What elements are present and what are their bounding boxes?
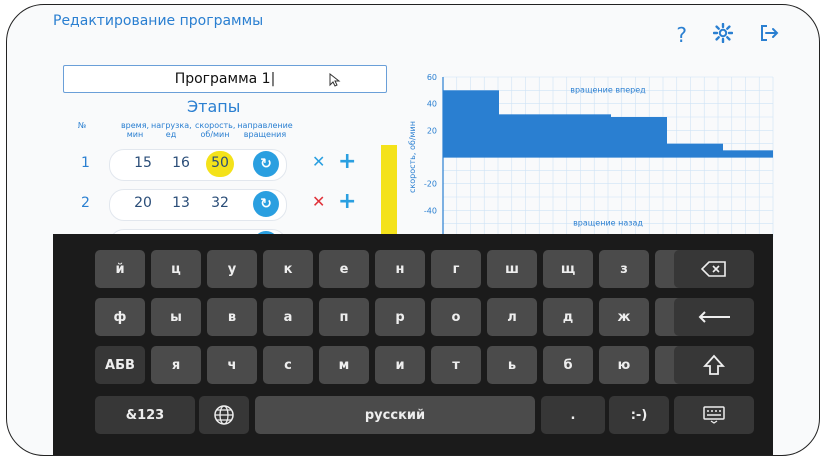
key-row3-2[interactable]: с <box>263 346 313 384</box>
y-axis-label: скорость, об/мин <box>408 121 417 193</box>
speed-chart: 604020-20-40-60вращение впередвращение н… <box>408 73 774 242</box>
key-row3-8[interactable]: ю <box>599 346 649 384</box>
gear-icon[interactable] <box>712 22 734 46</box>
key-row1-7[interactable]: ш <box>487 250 537 288</box>
delete-stage-icon[interactable]: ✕ <box>312 192 325 211</box>
enter-key[interactable] <box>674 298 754 336</box>
key-row3-5[interactable]: т <box>431 346 481 384</box>
device-frame: Редактирование программы ? Программа 1| … <box>6 4 820 456</box>
speed-bar <box>723 150 773 157</box>
top-toolbar: ? <box>676 22 779 46</box>
speed-field[interactable]: 50 <box>205 155 235 171</box>
time-field[interactable]: 15 <box>128 155 158 171</box>
key-row1-1[interactable]: ц <box>151 250 201 288</box>
key-row1-8[interactable]: щ <box>543 250 593 288</box>
stage-row: 1 15 16 50 ↻ ✕ + <box>69 147 389 181</box>
help-icon[interactable]: ? <box>676 25 687 45</box>
stage-row: 2 20 13 32 ↻ ✕ + <box>69 187 389 221</box>
on-screen-keyboard: йцукенгшщзх фывапролджэ ячсмитьбю- АБВ &… <box>53 234 773 455</box>
key-row3-7[interactable]: б <box>543 346 593 384</box>
space-key[interactable]: русский <box>255 396 535 434</box>
stage-num: 1 <box>81 155 90 171</box>
col-head-load: нагрузка, ед <box>151 121 192 139</box>
key-row2-4[interactable]: п <box>319 298 369 336</box>
col-head-speed: скорость, об/мин <box>195 121 236 139</box>
shift-key[interactable] <box>674 346 754 384</box>
key-row2-7[interactable]: л <box>487 298 537 336</box>
key-row3-4[interactable]: и <box>375 346 425 384</box>
key-row2-8[interactable]: д <box>543 298 593 336</box>
period-key[interactable]: . <box>541 396 605 434</box>
key-row2-3[interactable]: а <box>263 298 313 336</box>
forward-label: вращение вперед <box>570 85 646 94</box>
key-row3-3[interactable]: м <box>319 346 369 384</box>
key-row3-1[interactable]: ч <box>207 346 257 384</box>
stages-title: Этапы <box>187 97 241 116</box>
col-head-time: время, мин <box>120 121 150 139</box>
backward-label: вращение назад <box>573 219 643 228</box>
keyboard-hide-icon[interactable] <box>674 396 754 434</box>
program-name-value: Программа 1 <box>174 71 271 87</box>
key-row2-2[interactable]: в <box>207 298 257 336</box>
logout-icon[interactable] <box>759 23 779 46</box>
y-tick-label: -40 <box>424 206 437 215</box>
load-field[interactable]: 13 <box>166 195 196 211</box>
rotation-direction-icon[interactable]: ↻ <box>253 151 279 177</box>
emoticon-key[interactable]: :-) <box>609 396 669 434</box>
page-title: Редактирование программы <box>53 13 264 29</box>
symbols-key[interactable]: &123 <box>95 396 195 434</box>
col-head-direction: направление вращения <box>237 121 293 139</box>
speed-bar <box>667 143 723 157</box>
y-tick-label: 20 <box>427 126 437 135</box>
y-tick-label: 60 <box>427 73 437 82</box>
abc-key[interactable]: АБВ <box>95 346 145 384</box>
add-stage-icon[interactable]: + <box>338 149 356 174</box>
mouse-pointer-icon <box>329 72 341 91</box>
speed-bar <box>571 114 611 157</box>
globe-icon[interactable] <box>199 396 249 434</box>
key-row1-2[interactable]: у <box>207 250 257 288</box>
speed-bar <box>499 114 571 157</box>
backspace-key[interactable] <box>674 250 754 288</box>
key-row2-1[interactable]: ы <box>151 298 201 336</box>
key-row1-3[interactable]: к <box>263 250 313 288</box>
y-tick-label: -20 <box>424 180 437 189</box>
key-row2-9[interactable]: ж <box>599 298 649 336</box>
speed-bar <box>443 90 499 157</box>
scroll-indicator[interactable] <box>381 145 397 245</box>
key-row1-6[interactable]: г <box>431 250 481 288</box>
key-row2-0[interactable]: ф <box>95 298 145 336</box>
key-row1-5[interactable]: н <box>375 250 425 288</box>
key-row1-4[interactable]: е <box>319 250 369 288</box>
stage-num: 2 <box>81 195 90 211</box>
key-row2-6[interactable]: о <box>431 298 481 336</box>
load-field[interactable]: 16 <box>166 155 196 171</box>
y-tick-label: 40 <box>427 100 437 109</box>
app-screen: Редактирование программы ? Программа 1| … <box>7 5 819 455</box>
delete-stage-icon[interactable]: ✕ <box>312 152 325 171</box>
key-row3-0[interactable]: я <box>151 346 201 384</box>
speed-field[interactable]: 32 <box>205 195 235 211</box>
time-field[interactable]: 20 <box>128 195 158 211</box>
col-head-num: № <box>77 121 87 130</box>
key-row2-5[interactable]: р <box>375 298 425 336</box>
key-row3-6[interactable]: ь <box>487 346 537 384</box>
key-row1-0[interactable]: й <box>95 250 145 288</box>
rotation-direction-icon[interactable]: ↻ <box>253 191 279 217</box>
speed-bar <box>611 117 667 157</box>
key-row1-9[interactable]: з <box>599 250 649 288</box>
add-stage-icon[interactable]: + <box>338 189 356 214</box>
